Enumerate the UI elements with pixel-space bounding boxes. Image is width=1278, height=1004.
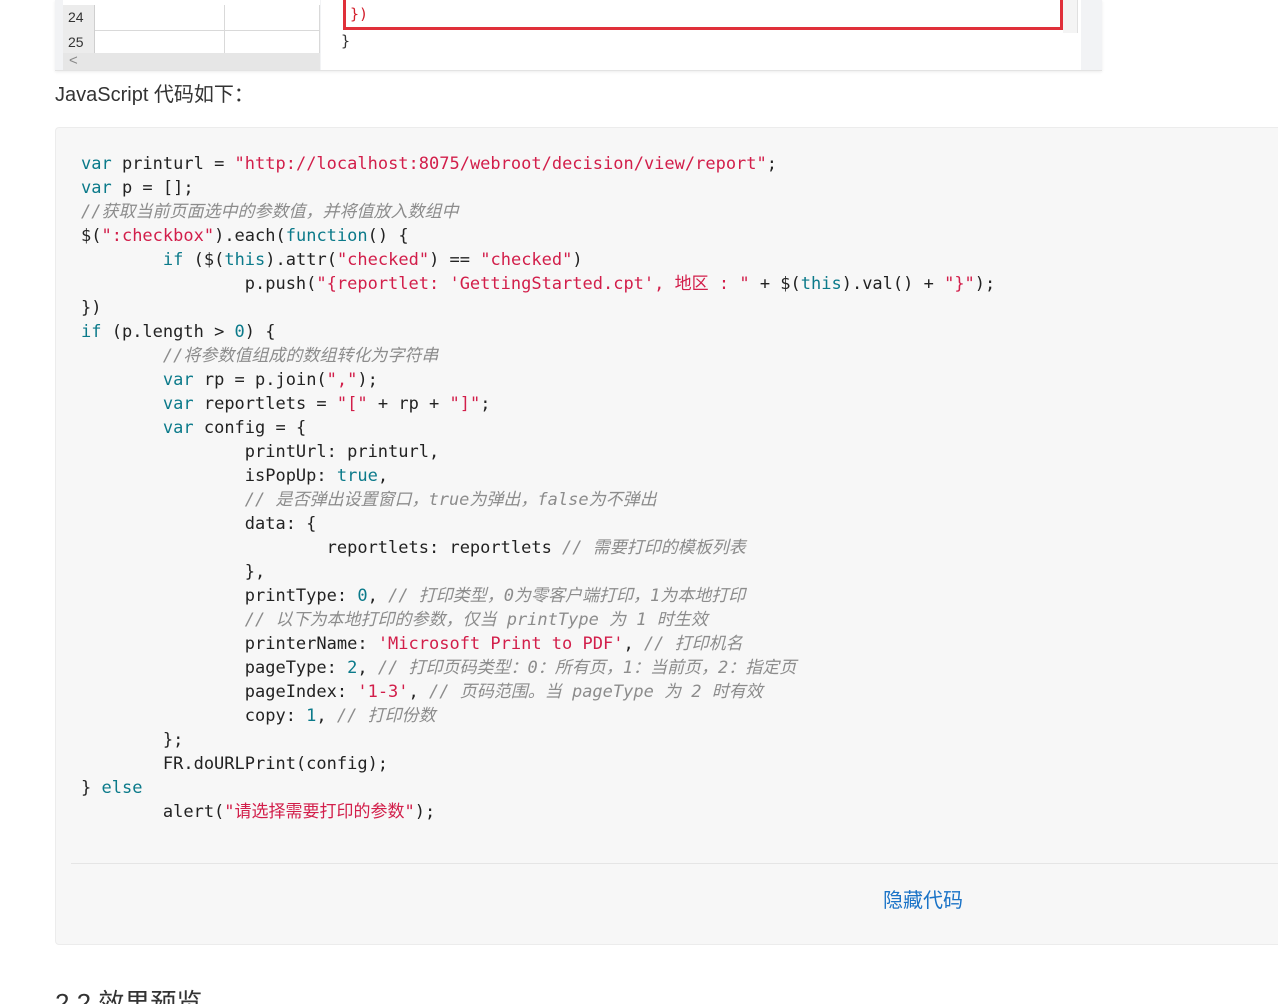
code-line: pageIndex: '1-3', // 页码范围。当 pageType 为 2… [81,682,763,702]
chevron-left-icon: < [69,52,78,69]
code-line: var rp = p.join(","); [162,370,378,390]
code-line: var printurl = "http://localhost:8075/we… [81,154,778,174]
code-line: reportlets: reportlets // 需要打印的模板列表 [81,538,746,558]
page: 24 25 < }) } JavaScript 代码如下： var printu… [0,0,1278,1004]
code-line: isPopUp: true, [81,466,389,486]
code-line: $(":checkbox").each(function() { [81,226,409,246]
code-line: FR.doURLPrint(config); [81,754,389,774]
table-cell [225,5,320,30]
code-block: var printurl = "http://localhost:8075/we… [55,127,1278,945]
hide-code-button[interactable]: 隐藏代码 [883,884,963,913]
code-line: pageType: 2, // 打印页码类型：0：所有页，1：当前页，2：指定页 [81,658,797,678]
spreadsheet-fragment: 24 25 < [63,0,320,70]
code-line: alert("请选择需要打印的参数"); [81,802,436,822]
horizontal-scrollbar: < [63,52,320,70]
code-line: } else [81,778,143,798]
table-cell [95,5,225,30]
code-line: data: { [81,514,317,534]
intro-paragraph: JavaScript 代码如下： [55,84,254,106]
code-line: }, [81,562,266,582]
highlighted-code: }) [350,5,369,23]
code-line: p.push("{reportlet: 'GettingStarted.cpt'… [81,274,996,294]
code-line: //将参数值组成的数组转化为字符串 [162,346,439,366]
table-cell [225,30,320,55]
code-line: var config = { [162,418,307,438]
code-line: printerName: 'Microsoft Print to PDF', /… [81,634,743,654]
embedded-screenshot: 24 25 < }) } [55,0,1102,71]
code-line: if ($(this).attr("checked") == "checked"… [162,250,583,270]
row-number: 25 [63,30,95,55]
highlight-box: }) [343,0,1063,30]
code-content: var printurl = "http://localhost:8075/we… [81,152,995,824]
table-row: 24 [63,5,320,31]
code-line: if (p.length > 0) { [81,322,276,342]
code-footer-divider [71,863,1278,864]
code-line: printType: 0, // 打印类型，0为零客户端打印，1为本地打印 [81,586,746,606]
code-line: //获取当前页面选中的参数值，并将值放入数组中 [81,202,459,222]
code-line: }; [81,730,184,750]
row-number: 24 [63,5,95,30]
code-line: // 以下为本地打印的参数，仅当 printType 为 1 时生效 [244,610,708,630]
code-line: printUrl: printurl, [81,442,440,462]
code-fragment: }) } [321,0,1081,70]
code-line: // 是否弹出设置窗口，true为弹出，false为不弹出 [244,490,657,510]
code-line: }) [81,298,102,318]
code-line: var p = []; [81,178,194,198]
code-line: var reportlets = "[" + rp + "]"; [162,394,491,414]
fragment-edge [1063,0,1078,33]
table-cell [95,30,225,55]
section-heading: 2.2 效果预览 [55,988,203,1004]
code-line: copy: 1, // 打印份数 [81,706,436,726]
closing-brace: } [341,32,351,50]
